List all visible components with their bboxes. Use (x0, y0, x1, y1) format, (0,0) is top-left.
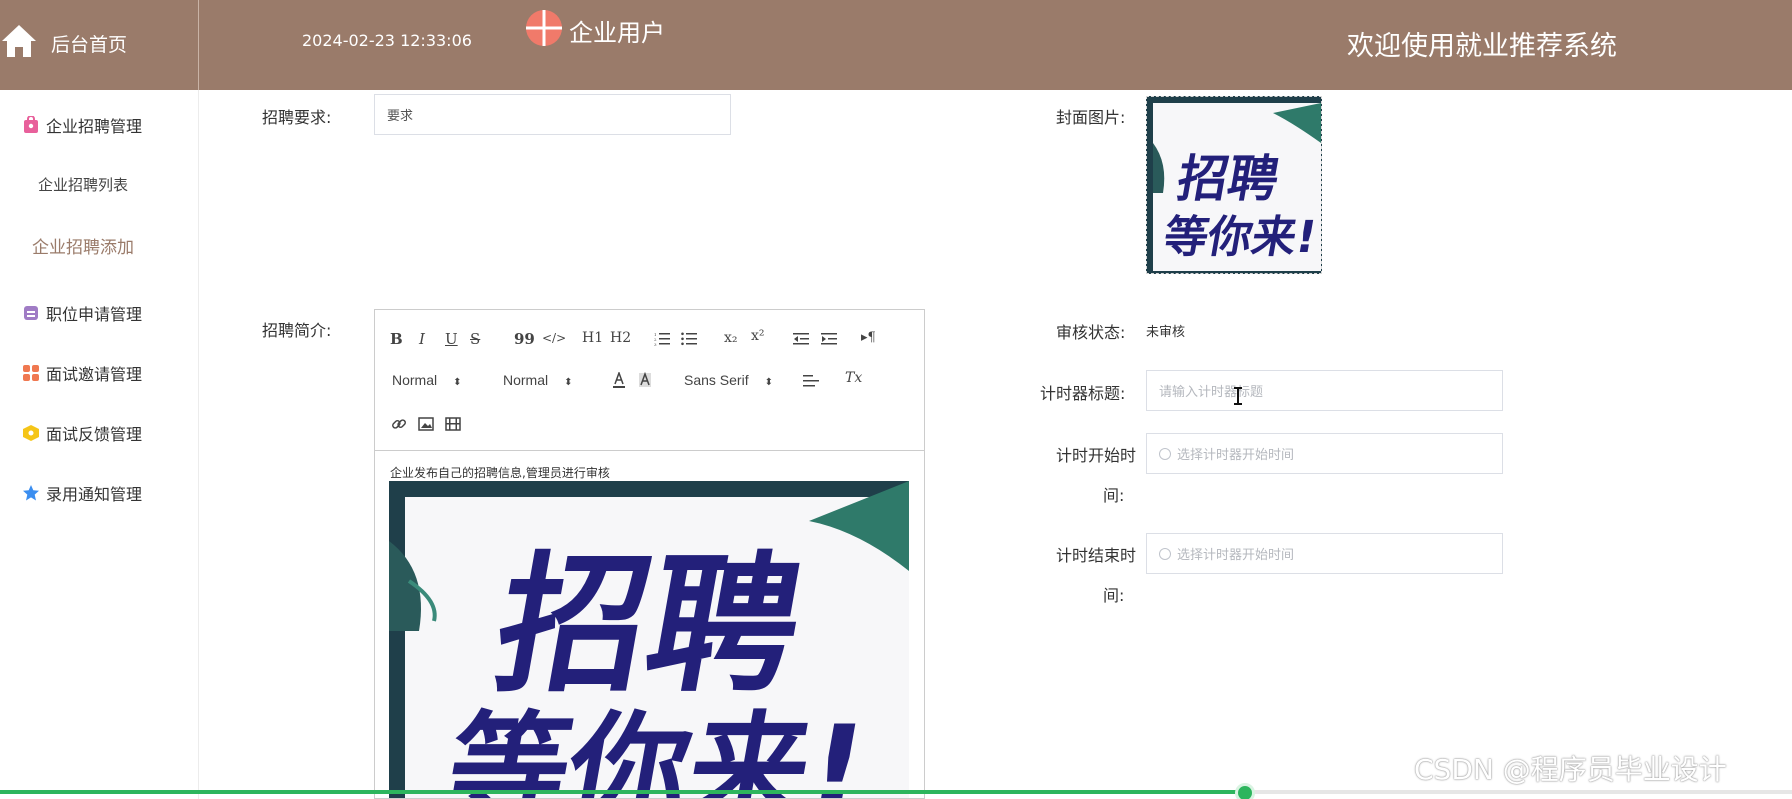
timer-end-label-cont: 间: (1103, 586, 1125, 605)
chevron-updown-icon: ⬍ (564, 377, 573, 388)
font-select[interactable]: Sans Serif ⬍ (684, 372, 773, 388)
outdent-icon[interactable] (793, 332, 809, 346)
top-header: 后台首页 2024-02-23 12:33:06 企业用户 欢迎使用就业推荐系统 (0, 0, 1792, 90)
grid-icon (23, 365, 39, 381)
link-icon[interactable] (391, 416, 407, 432)
text-direction-button[interactable]: ▸¶ (861, 330, 876, 345)
header-select-value: Normal (503, 372, 549, 388)
sidebar-group-label: 职位申请管理 (46, 305, 143, 324)
timer-title-label: 计时器标题: (1040, 384, 1126, 403)
editor-content-text: 企业发布自己的招聘信息,管理员进行审核 (390, 466, 610, 480)
h1-button[interactable]: H1 (582, 330, 603, 346)
requirement-label: 招聘要求: (262, 108, 332, 127)
sidebar-group-label: 录用通知管理 (46, 485, 143, 504)
text-color-icon[interactable] (612, 372, 626, 388)
home-icon (2, 25, 36, 57)
home-link[interactable]: 后台首页 (0, 0, 199, 90)
briefcase-icon (24, 306, 38, 320)
poster-line1: 招聘 (483, 539, 815, 713)
user-role-label: 企业用户 (569, 19, 665, 47)
size-select[interactable]: Normal ⬍ (392, 372, 462, 388)
cover-image-upload[interactable]: 招聘 等你来! (1146, 96, 1322, 274)
intro-label: 招聘简介: (262, 321, 332, 340)
sidebar-group-label: 面试邀请管理 (46, 365, 143, 384)
chevron-updown-icon: ⬍ (764, 377, 773, 388)
bullet-list-icon[interactable] (681, 332, 697, 346)
cover-image: 招聘 等你来! (1153, 103, 1321, 271)
indent-icon[interactable] (821, 332, 837, 346)
timer-start-label-cont: 间: (1103, 486, 1125, 505)
timer-start-label: 计时开始时 (1056, 446, 1137, 465)
editor-embedded-image: 招聘 等你来! (389, 481, 909, 799)
bold-button[interactable]: B (390, 330, 403, 348)
superscript-button[interactable]: x² (751, 328, 765, 344)
timer-title-input[interactable]: 请输入计时器标题 (1146, 370, 1503, 411)
app-root: 后台首页 2024-02-23 12:33:06 企业用户 欢迎使用就业推荐系统… (0, 0, 1792, 799)
current-datetime: 2024-02-23 12:33:06 (302, 31, 472, 50)
sidebar-group-label: 面试反馈管理 (46, 425, 143, 444)
poster-line2: 等你来! (436, 701, 877, 799)
welcome-title: 欢迎使用就业推荐系统 (1347, 31, 1617, 62)
sidebar-group-interview-invite[interactable]: 面试邀请管理 (22, 361, 142, 385)
clock-icon (1159, 447, 1171, 460)
header-select[interactable]: Normal ⬍ (503, 372, 573, 388)
timer-end-picker[interactable]: 选择计时器开始时间 (1146, 533, 1503, 574)
ordered-list-icon[interactable]: 123 (654, 332, 670, 346)
bag-icon (24, 116, 38, 133)
home-label: 后台首页 (51, 34, 128, 56)
size-select-value: Normal (392, 372, 438, 388)
video-progress-fill (0, 790, 1246, 794)
sidebar-group-label: 企业招聘管理 (46, 117, 143, 136)
blockquote-button[interactable]: 99 (514, 330, 535, 348)
sidebar-group-recruit[interactable]: 企业招聘管理 (22, 113, 142, 137)
cover-label: 封面图片: (1056, 108, 1126, 127)
sidebar-item-recruit-list[interactable]: 企业招聘列表 (0, 174, 166, 195)
strike-button[interactable]: S (470, 330, 480, 348)
sidebar-group-application[interactable]: 职位申请管理 (22, 301, 142, 325)
timer-end-label: 计时结束时 (1056, 546, 1137, 565)
main-content: 招聘要求: 要求 封面图片: 招聘 等你来! 招聘简介: B I U S 99 … (200, 90, 1792, 799)
clock-icon (1159, 547, 1171, 560)
timer-start-placeholder: 选择计时器开始时间 (1177, 448, 1295, 463)
sidebar: 企业招聘管理 企业招聘列表 企业招聘添加 职位申请管理 面试邀请管理 面试反馈管… (0, 90, 199, 799)
sidebar-group-interview-feedback[interactable]: 面试反馈管理 (22, 421, 142, 445)
sidebar-item-recruit-add[interactable]: 企业招聘添加 (0, 233, 166, 258)
chevron-updown-icon: ⬍ (453, 377, 462, 388)
video-progress-handle[interactable] (1235, 783, 1256, 799)
font-select-value: Sans Serif (684, 372, 749, 388)
italic-button[interactable]: I (419, 330, 425, 348)
clear-format-button[interactable]: Tx (845, 370, 862, 386)
underline-button[interactable]: U (445, 330, 458, 348)
svg-text:3: 3 (654, 342, 657, 346)
requirement-value: 要求 (387, 109, 414, 124)
status-value: 未审核 (1146, 325, 1186, 340)
star-icon (23, 485, 39, 501)
timer-start-picker[interactable]: 选择计时器开始时间 (1146, 433, 1503, 474)
image-icon[interactable] (418, 417, 434, 431)
align-icon[interactable] (803, 374, 819, 388)
timer-title-placeholder: 请输入计时器标题 (1159, 385, 1264, 400)
code-block-button[interactable]: </> (542, 331, 566, 345)
user-avatar-icon (526, 10, 562, 46)
cube-icon (23, 425, 39, 441)
cover-poster-line2: 等你来! (1159, 212, 1321, 263)
watermark: CSDN @程序员毕业设计 (1414, 753, 1727, 786)
rich-text-editor[interactable]: B I U S 99 </> H1 H2 123 x₂ x² ▸¶ Normal… (374, 309, 925, 799)
status-label: 审核状态: (1056, 323, 1126, 342)
editor-toolbar: B I U S 99 </> H1 H2 123 x₂ x² ▸¶ Normal… (375, 310, 924, 451)
requirement-input[interactable]: 要求 (374, 94, 731, 135)
background-color-icon[interactable] (638, 372, 652, 388)
sidebar-group-offer[interactable]: 录用通知管理 (22, 481, 142, 505)
h2-button[interactable]: H2 (610, 330, 631, 346)
text-cursor-icon (1234, 387, 1242, 405)
video-icon[interactable] (445, 417, 461, 431)
subscript-button[interactable]: x₂ (724, 330, 738, 346)
timer-end-placeholder: 选择计时器开始时间 (1177, 548, 1295, 563)
